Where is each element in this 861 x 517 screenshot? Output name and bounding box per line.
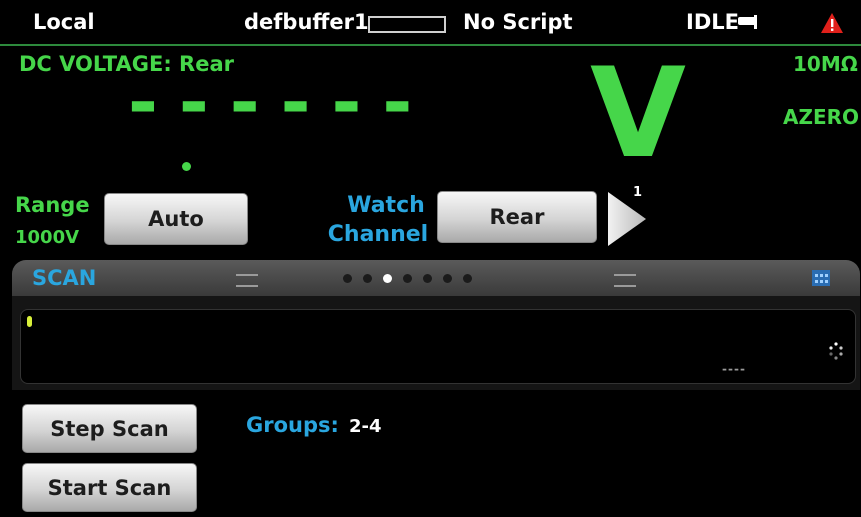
groups-label: Groups: <box>246 413 339 437</box>
remote-local-indicator[interactable]: Local <box>33 10 95 34</box>
swipe-page-dot[interactable] <box>343 274 352 283</box>
buffer-fill-meter[interactable] <box>368 16 446 33</box>
swipe-page-dot[interactable] <box>423 274 432 283</box>
autozero-indicator[interactable]: AZERO <box>783 105 859 129</box>
script-indicator[interactable]: No Script <box>463 10 573 34</box>
swipe-page-dot[interactable] <box>383 274 392 283</box>
start-scan-button[interactable]: Start Scan <box>22 463 197 512</box>
measurement-unit: V <box>590 42 686 186</box>
range-value: 1000V <box>15 227 80 248</box>
swipe-page-dot[interactable] <box>363 274 372 283</box>
swipe-page-dot[interactable] <box>463 274 472 283</box>
swipe-bar-header[interactable] <box>12 260 860 298</box>
measurement-reading: ------ <box>128 60 434 144</box>
active-buffer-indicator[interactable]: defbuffer1 <box>244 10 369 34</box>
scan-status-led <box>27 316 32 327</box>
event-warning-icon[interactable] <box>820 12 844 34</box>
scan-status-text: ---- <box>722 362 746 376</box>
range-auto-button[interactable]: Auto <box>104 193 248 245</box>
swipe-panel-title: SCAN <box>32 266 97 290</box>
swipe-page-dot[interactable] <box>403 274 412 283</box>
swipe-handle-right-icon[interactable] <box>614 274 636 287</box>
step-scan-button[interactable]: Step Scan <box>22 404 197 453</box>
channel-count-superscript: 1 <box>633 185 643 200</box>
busy-spinner-icon <box>829 342 843 360</box>
scan-menu-tile-icon[interactable] <box>812 270 830 286</box>
trigger-state-indicator[interactable]: IDLE <box>686 10 739 34</box>
swipe-page-dot[interactable] <box>443 274 452 283</box>
groups-value: 2-4 <box>349 416 382 437</box>
watch-label: Watch <box>347 193 425 218</box>
decimal-point <box>182 162 191 171</box>
input-impedance-indicator[interactable]: 10MΩ <box>793 52 858 76</box>
channel-label: Channel <box>327 222 429 247</box>
trigger-flag-icon <box>738 15 757 29</box>
range-label: Range <box>15 193 90 217</box>
swipe-handle-left-icon[interactable] <box>236 274 258 287</box>
watch-channel-button[interactable]: Rear <box>437 191 597 243</box>
